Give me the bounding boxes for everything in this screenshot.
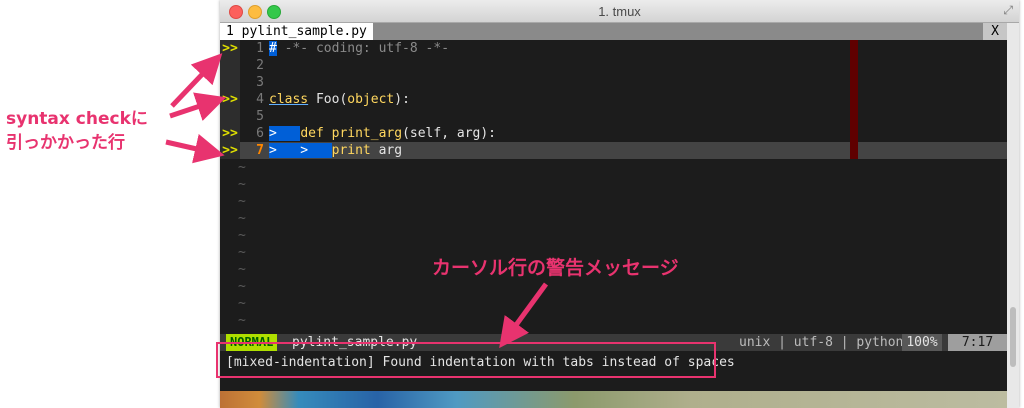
annotation-arrows <box>165 53 549 349</box>
arrow-to-line-1 <box>170 53 223 108</box>
arrow-to-message <box>499 282 549 349</box>
arrow-to-line-6-7 <box>165 134 225 164</box>
